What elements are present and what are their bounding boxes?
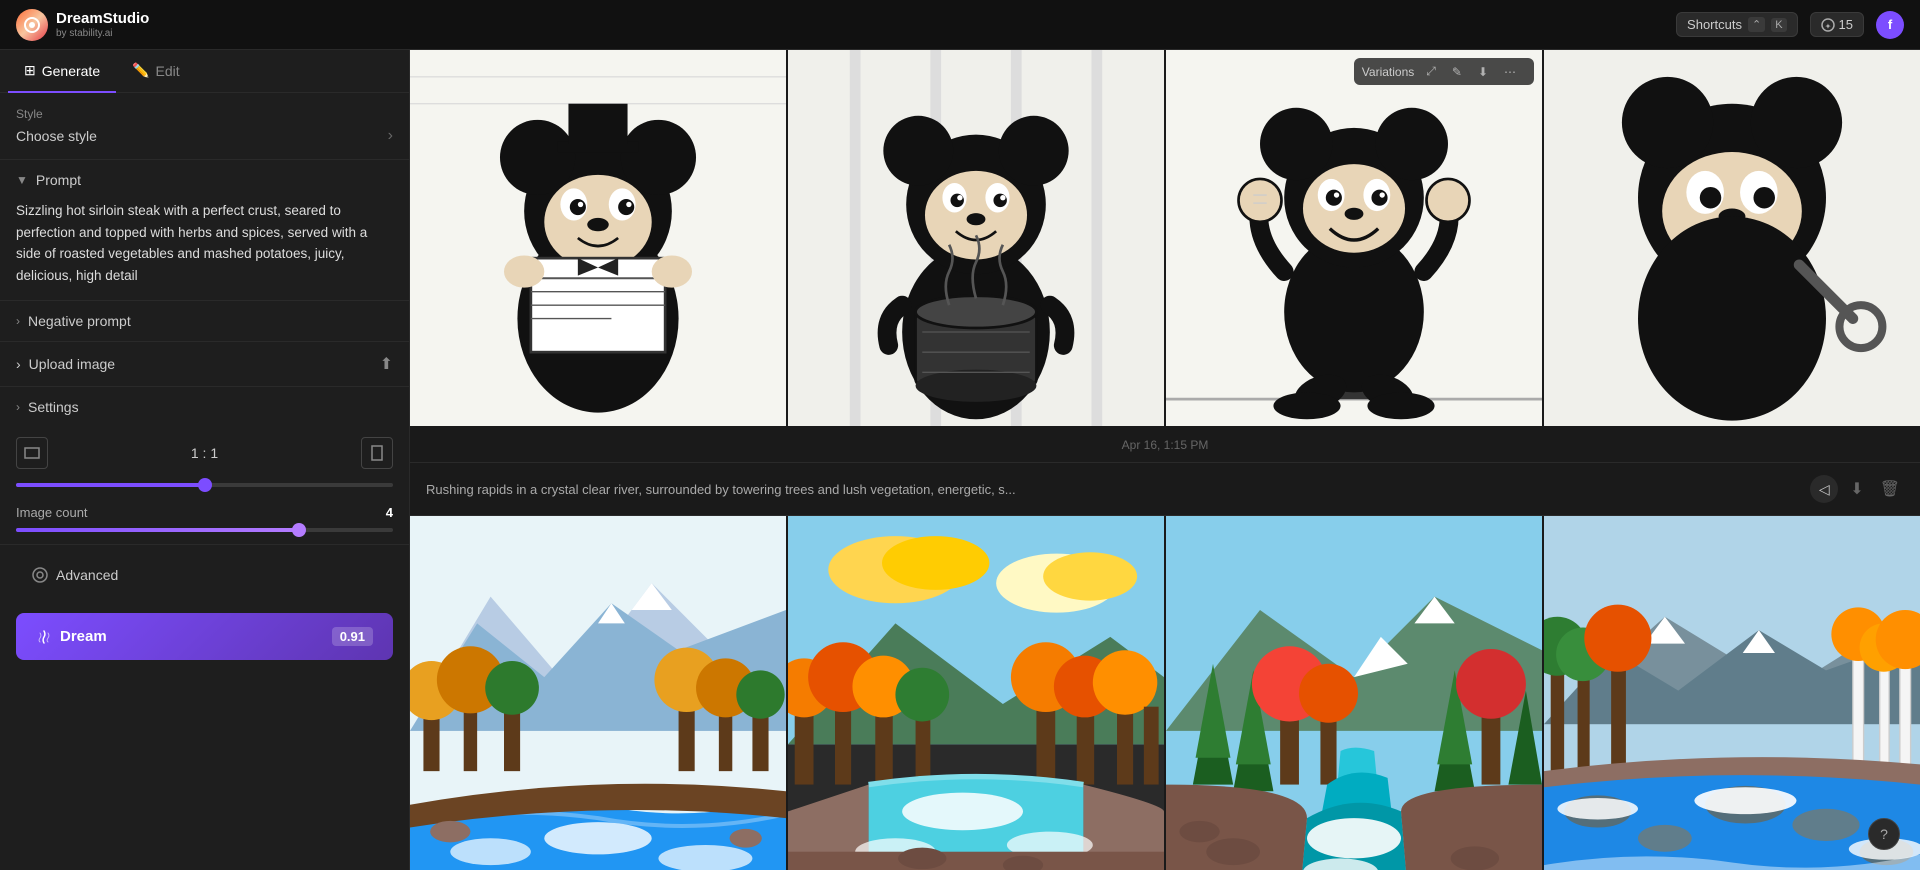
style-placeholder: Choose style xyxy=(16,128,97,144)
top-images-grid: Variations ⤢ ✎ ⬇ ⋯ xyxy=(410,50,1920,426)
download-generation-button[interactable]: ⬇ xyxy=(1846,477,1867,501)
credit-count: 15 xyxy=(1839,17,1853,32)
advanced-section: Advanced xyxy=(0,545,409,605)
river-image-4 xyxy=(1544,516,1920,870)
logo-text: DreamStudio by stability.ai xyxy=(56,10,149,39)
shortcuts-label: Shortcuts xyxy=(1687,17,1742,32)
header: DreamStudio by stability.ai Shortcuts ⌃ … xyxy=(0,0,1920,50)
upload-left: › Upload image xyxy=(16,356,115,372)
prompt-label: Prompt xyxy=(36,172,81,188)
upload-label: Upload image xyxy=(29,356,115,372)
settings-arrow-icon: › xyxy=(16,400,20,414)
sidebar: ⊞ Generate ✏️ Edit Style Choose style › … xyxy=(0,50,410,870)
river-image-2 xyxy=(788,516,1164,870)
expand-icon[interactable]: ⤢ xyxy=(1422,62,1440,81)
settings-label: Settings xyxy=(28,399,79,415)
sidebar-tabs: ⊞ Generate ✏️ Edit xyxy=(0,50,409,93)
tab-generate-label: Generate xyxy=(42,63,100,79)
tab-edit[interactable]: ✏️ Edit xyxy=(116,50,196,93)
kbd1: ⌃ xyxy=(1748,17,1765,32)
image-count-label-row: Image count 4 xyxy=(16,505,393,520)
aspect-ratio-row: 1 : 1 xyxy=(0,427,409,479)
style-section: Style Choose style › xyxy=(0,93,409,160)
content-area: Variations ⤢ ✎ ⬇ ⋯ xyxy=(410,50,1920,870)
image-count-value: 4 xyxy=(386,505,393,520)
settings-header[interactable]: › Settings xyxy=(0,387,409,427)
dream-button-label: Dream xyxy=(60,628,107,645)
generation-actions: ◁ ⬇ 🗑 xyxy=(1810,475,1904,503)
top-image-1 xyxy=(410,50,786,426)
app-name: DreamStudio xyxy=(56,10,149,28)
river-image-1 xyxy=(410,516,786,870)
aspect-ratio-slider[interactable] xyxy=(16,483,393,487)
variations-toolbar: Variations ⤢ ✎ ⬇ ⋯ xyxy=(1354,58,1534,85)
advanced-icon xyxy=(32,567,48,583)
top-image-4a xyxy=(1544,50,1920,426)
image-count-row: Image count 4 xyxy=(0,497,409,544)
river-image-3 xyxy=(1166,516,1542,870)
bottom-images-grid xyxy=(410,516,1920,870)
aspect-ratio-slider-container xyxy=(0,483,409,497)
delete-generation-button[interactable]: 🗑 xyxy=(1876,477,1904,501)
avatar[interactable]: f xyxy=(1876,11,1904,39)
variations-label: Variations xyxy=(1362,65,1414,79)
credit-badge[interactable]: ✦ 15 xyxy=(1810,12,1864,37)
upload-header[interactable]: › Upload image ⬆ xyxy=(0,342,409,386)
download-image-icon[interactable]: ⬇ xyxy=(1474,63,1492,81)
image-count-slider[interactable] xyxy=(16,528,393,532)
upload-section: › Upload image ⬆ xyxy=(0,342,409,387)
more-options-icon[interactable]: ⋯ xyxy=(1500,63,1520,81)
chevron-right-icon: › xyxy=(388,127,393,145)
top-image-3: Variations ⤢ ✎ ⬇ ⋯ xyxy=(1166,50,1542,426)
dream-icon xyxy=(36,629,52,645)
advanced-header[interactable]: Advanced xyxy=(16,555,393,595)
main-layout: ⊞ Generate ✏️ Edit Style Choose style › … xyxy=(0,50,1920,870)
credit-icon: ✦ xyxy=(1821,18,1835,32)
dream-button-left: Dream xyxy=(36,628,107,645)
style-label: Style xyxy=(16,107,393,121)
river-prompt-text: Rushing rapids in a crystal clear river,… xyxy=(426,482,1810,497)
shortcuts-button[interactable]: Shortcuts ⌃ K xyxy=(1676,12,1797,37)
upload-arrow-icon: › xyxy=(16,356,21,372)
settings-section: › Settings 1 : 1 xyxy=(0,387,409,545)
svg-text:✦: ✦ xyxy=(1824,22,1831,31)
image-count-label: Image count xyxy=(16,505,88,520)
advanced-label: Advanced xyxy=(56,567,118,583)
negative-prompt-label: Negative prompt xyxy=(28,313,131,329)
edit-icon: ✏️ xyxy=(132,62,149,79)
top-image-4 xyxy=(1544,50,1920,426)
generation-row: Rushing rapids in a crystal clear river,… xyxy=(410,463,1920,516)
negative-arrow-icon: › xyxy=(16,314,20,328)
header-left: DreamStudio by stability.ai xyxy=(16,9,149,41)
aspect-ratio-value: 1 : 1 xyxy=(60,445,349,461)
dream-cost-badge: 0.91 xyxy=(332,627,373,646)
top-image-2 xyxy=(788,50,1164,426)
negative-prompt-section: › Negative prompt xyxy=(0,301,409,342)
ar-wide-icon xyxy=(16,437,48,469)
upload-file-icon[interactable]: ⬆ xyxy=(380,354,393,374)
prompt-arrow-icon: ▼ xyxy=(16,173,28,187)
kbd2: K xyxy=(1771,18,1786,32)
tab-generate[interactable]: ⊞ Generate xyxy=(8,50,116,93)
dream-button[interactable]: Dream 0.91 xyxy=(16,613,393,660)
timestamp-row: Apr 16, 1:15 PM xyxy=(410,428,1920,463)
prompt-section: ▼ Prompt Sizzling hot sirloin steak with… xyxy=(0,160,409,301)
edit-image-icon[interactable]: ✎ xyxy=(1448,63,1466,81)
ar-tall-icon xyxy=(361,437,393,469)
header-right: Shortcuts ⌃ K ✦ 15 f xyxy=(1676,11,1904,39)
style-selector[interactable]: Choose style › xyxy=(16,127,393,145)
help-button[interactable]: ? xyxy=(1868,818,1900,850)
timestamp: Apr 16, 1:15 PM xyxy=(1122,438,1209,452)
negative-prompt-header[interactable]: › Negative prompt xyxy=(0,301,409,341)
avatar-initial: f xyxy=(1888,17,1892,32)
prev-generation-button[interactable]: ◁ xyxy=(1810,475,1838,503)
generate-icon: ⊞ xyxy=(24,62,36,79)
prompt-header[interactable]: ▼ Prompt xyxy=(0,160,409,200)
prompt-text[interactable]: Sizzling hot sirloin steak with a perfec… xyxy=(0,200,409,300)
app-subtitle: by stability.ai xyxy=(56,28,149,39)
logo-icon xyxy=(16,9,48,41)
tab-edit-label: Edit xyxy=(156,63,180,79)
